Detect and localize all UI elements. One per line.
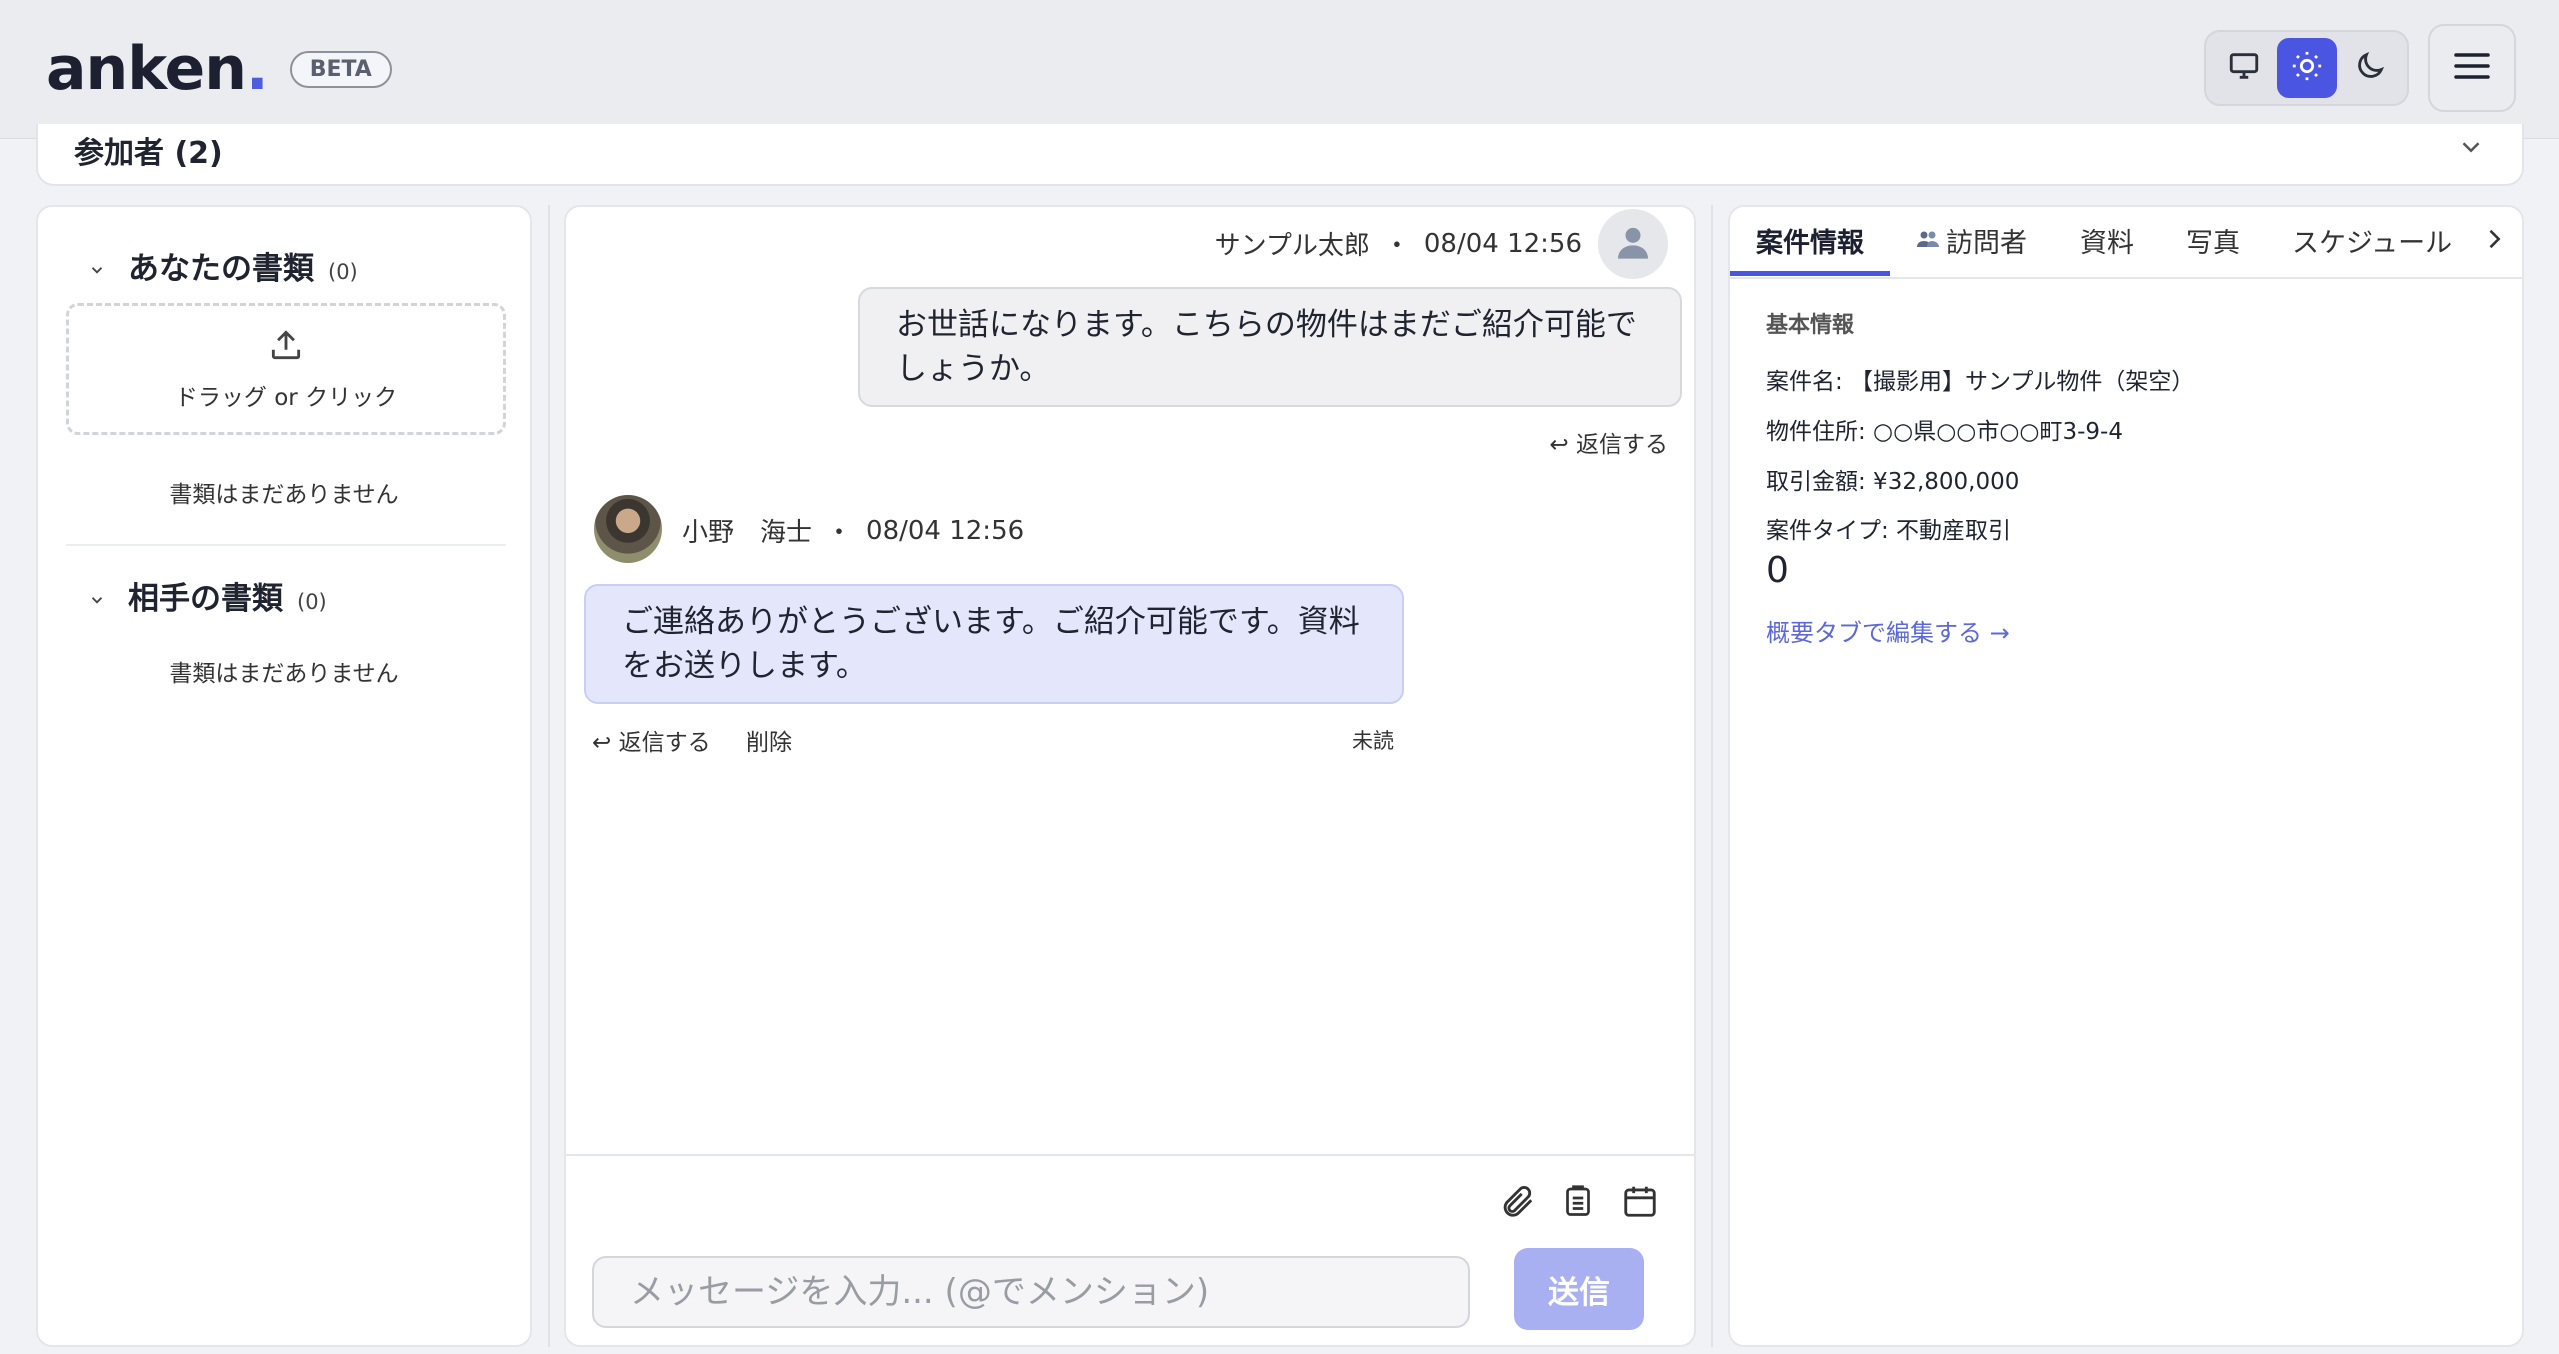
tab-schedule[interactable]: スケジュール [2292,221,2452,260]
beta-badge: BETA [289,50,392,88]
tab-visitors[interactable]: 訪問者 [1916,221,2027,260]
read-status: 未読 [1352,729,1394,753]
tab-case-info[interactable]: 案件情報 [1756,221,1864,260]
theme-light-button[interactable] [2276,38,2337,98]
active-tab-indicator [1730,271,1890,276]
tab-documents[interactable]: 資料 [2080,221,2134,260]
reply-button[interactable]: ↩ 返信する [592,723,711,757]
my-documents-title: あなたの書類 [128,251,314,287]
info-tabs: 案件情報 訪問者 資料 写真 スケジュール [1730,207,2522,279]
participants-label: 参加者 (2) [74,136,223,171]
chat-panel: サンプル太郎 ・ 08/04 12:56 お世話になります。こちらの物件はまだご… [564,205,1696,1347]
delete-button[interactable]: 削除 [746,723,792,757]
file-dropzone[interactable]: ドラッグ or クリック [66,303,506,435]
their-documents-empty: 書類はまだありません [169,661,399,687]
sender-name: 小野 海士 [682,518,813,548]
theme-system-button[interactable] [2214,38,2274,98]
sun-icon [2290,49,2324,87]
hamburger-icon [2453,51,2491,85]
chevron-down-icon[interactable] [2456,132,2486,166]
separator: ・ [826,518,853,548]
case-name: 案件名: 【撮影用】サンプル物件（架空） [1766,369,2195,395]
message-time: 08/04 12:56 [866,515,1025,546]
section-title: 基本情報 [1766,313,1855,338]
panel-resize-handle[interactable] [1711,205,1713,1347]
template-button[interactable] [1557,1182,1599,1224]
tab-photos[interactable]: 写真 [2186,221,2240,260]
transaction-amount: 取引金額: ¥32,800,000 [1766,469,2020,495]
divider [66,544,506,546]
message-bubble: ご連絡ありがとうございます。ご紹介可能です。資料をお送りします。 [584,584,1404,704]
message-meta: 小野 海士 ・ 08/04 12:56 [682,512,1024,549]
message-time: 08/04 12:56 [1423,228,1582,259]
info-panel: 案件情報 訪問者 資料 写真 スケジュール 基本情報 案件名: 【撮影用】サンプ… [1728,205,2524,1347]
separator: ・ [1383,231,1410,261]
app-header: anken. BETA [0,0,2559,139]
property-address: 物件住所: ○○県○○市○○町3-9-4 [1766,419,2123,445]
documents-panel: あなたの書類 (0) ドラッグ or クリック 書類はまだありません 相手の書類… [36,205,532,1347]
my-documents-header[interactable]: あなたの書類 (0) [88,243,358,288]
moon-icon [2353,49,2387,87]
my-documents-count: (0) [328,260,358,284]
participants-bar[interactable]: 参加者 (2) [36,124,2524,186]
tab-visitors-label: 訪問者 [1946,228,2027,259]
avatar [594,495,662,563]
sender-name: サンプル太郎 [1214,231,1370,261]
panel-resize-handle[interactable] [548,205,550,1347]
theme-dark-button[interactable] [2340,38,2400,98]
paperclip-icon [1498,1182,1536,1224]
dropzone-label: ドラッグ or クリック [174,385,398,411]
chevron-down-icon[interactable] [88,590,106,614]
monitor-icon [2227,49,2261,87]
attach-button[interactable] [1496,1182,1538,1224]
calendar-icon [1621,1182,1659,1224]
menu-button[interactable] [2428,24,2516,112]
their-documents-header[interactable]: 相手の書類 (0) [88,573,327,618]
their-documents-count: (0) [297,590,327,614]
send-button[interactable]: 送信 [1514,1248,1644,1330]
chevron-right-icon[interactable] [2480,223,2508,259]
divider [566,1154,1694,1156]
my-documents-empty: 書類はまだありません [169,482,399,508]
avatar [1598,209,1668,279]
theme-switcher [2204,30,2409,106]
schedule-button[interactable] [1619,1182,1661,1224]
message-meta: サンプル太郎 ・ 08/04 12:56 [1215,225,1582,262]
clipboard-icon [1560,1182,1596,1224]
people-icon [1916,225,1940,256]
app-logo[interactable]: anken. [46,34,269,104]
reply-button[interactable]: ↩ 返信する [1549,425,1668,459]
chevron-down-icon[interactable] [88,260,106,284]
edit-in-overview-link[interactable]: 概要タブで編集する → [1766,613,2010,648]
their-documents-title: 相手の書類 [128,581,283,617]
message-bubble: お世話になります。こちらの物件はまだご紹介可能でしょうか。 [858,287,1682,407]
message-input[interactable] [592,1256,1470,1328]
upload-icon [267,326,305,368]
case-type: 案件タイプ: 不動産取引 [1766,518,2012,544]
value-zero: 0 [1766,550,1789,591]
user-icon [1613,222,1653,266]
